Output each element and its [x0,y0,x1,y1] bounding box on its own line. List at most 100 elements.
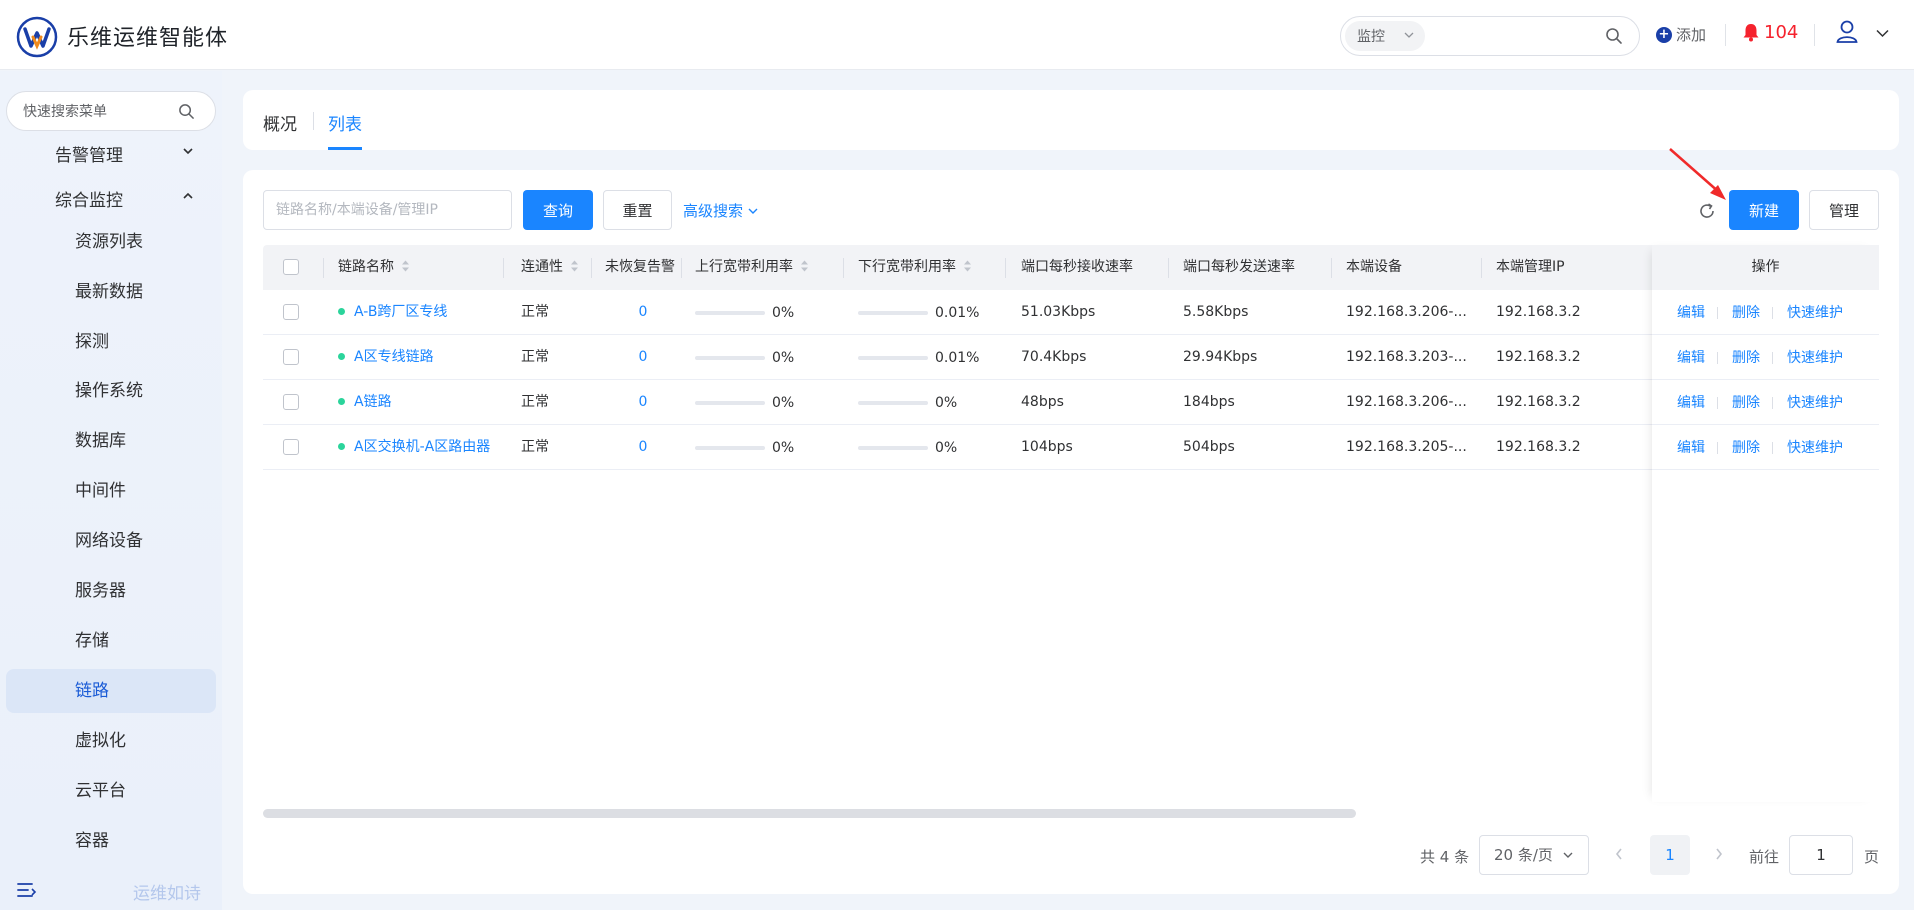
link-name[interactable]: A区交换机-A区路由器 [354,439,490,455]
delete-button[interactable]: 删除 [1732,437,1760,457]
menu-item-container[interactable]: 容器 [6,819,216,863]
global-search[interactable]: 监控 [1340,16,1640,56]
uplink-usage-bar [695,356,765,360]
row-checkbox[interactable] [283,349,299,365]
sort-icon[interactable] [570,260,579,272]
chevron-up-icon[interactable] [181,189,195,203]
downlink-usage-value: 0% [935,395,958,411]
menu-item-link[interactable]: 链路 [6,669,216,713]
tab-overview[interactable]: 概况 [263,110,297,135]
quick-maintain-button[interactable]: 快速维护 [1787,302,1843,322]
link-name[interactable]: A链路 [354,394,392,410]
local-mgmt-ip: 192.168.3.2 [1496,349,1581,365]
advanced-search-label: 高级搜索 [683,202,744,220]
collapse-menu-icon[interactable] [17,881,37,899]
menu-item-database[interactable]: 数据库 [6,419,216,463]
menu-item-os[interactable]: 操作系统 [6,369,216,413]
row-checkbox[interactable] [283,439,299,455]
menu-item-probe[interactable]: 探测 [6,320,216,364]
new-button[interactable]: 新建 [1729,190,1799,230]
add-button[interactable]: + 添加 [1656,24,1706,45]
link-name-cell[interactable]: A区交换机-A区路由器 [338,425,503,470]
menu-item-storage[interactable]: 存储 [6,619,216,663]
select-all-checkbox[interactable] [283,259,299,275]
search-scope-select[interactable]: 监控 [1345,21,1425,51]
delete-button[interactable]: 删除 [1732,302,1760,322]
chevron-down-icon [748,208,758,214]
alarm-count-link[interactable]: 0 [605,335,681,380]
link-name[interactable]: A-B跨厂区专线 [354,304,447,320]
link-name-cell[interactable]: A-B跨厂区专线 [338,290,503,335]
menu-item-middleware[interactable]: 中间件 [6,469,216,513]
page-size-label: 20 条/页 [1494,846,1553,864]
actions-row: 编辑 删除 快速维护 [1652,290,1879,335]
page-size-select[interactable]: 20 条/页 [1479,835,1589,875]
chevron-down-icon[interactable] [181,144,195,158]
advanced-search-toggle[interactable]: 高级搜索 [683,200,759,221]
column-header-downlink[interactable]: 下行宽带利用率 [858,245,972,290]
reset-button[interactable]: 重置 [603,190,672,230]
quick-maintain-button[interactable]: 快速维护 [1787,392,1843,412]
alarm-count-link[interactable]: 0 [605,380,681,425]
manage-button[interactable]: 管理 [1809,190,1879,230]
action-divider [1717,397,1718,409]
edit-button[interactable]: 编辑 [1677,302,1705,322]
table-row[interactable]: A区专线链路 正常 0 0% 0.01% 70.4Kbps 29.94Kbps 192.168… [263,335,1879,380]
menu-item-resource-list[interactable]: 资源列表 [6,220,216,264]
horizontal-scrollbar[interactable] [263,809,1356,818]
edit-button[interactable]: 编辑 [1677,347,1705,367]
link-name-cell[interactable]: A链路 [338,380,503,425]
column-header-connectivity[interactable]: 连通性 [521,245,579,290]
alarm-count-link[interactable]: 0 [605,290,681,335]
menu-item-network-device[interactable]: 网络设备 [6,519,216,563]
query-button[interactable]: 查询 [523,190,593,230]
search-icon[interactable] [178,103,195,120]
local-device: 192.168.3.206-... [1346,304,1467,320]
next-page-icon[interactable] [1714,847,1724,861]
delete-button[interactable]: 删除 [1732,347,1760,367]
local-mgmt-ip: 192.168.3.2 [1496,304,1581,320]
column-header-alarms: 未恢复告警 [605,259,675,275]
edit-button[interactable]: 编辑 [1677,392,1705,412]
keyword-search-input[interactable] [263,190,512,230]
status-dot-icon [338,353,345,360]
quick-maintain-button[interactable]: 快速维护 [1787,347,1843,367]
link-name-cell[interactable]: A区专线链路 [338,335,503,380]
sort-icon[interactable] [800,260,809,272]
sort-icon[interactable] [401,260,410,272]
menu-item-latest-data[interactable]: 最新数据 [6,270,216,314]
link-name[interactable]: A区专线链路 [354,349,434,365]
menu-item-server[interactable]: 服务器 [6,569,216,613]
table-row[interactable]: A链路 正常 0 0% 0% 48bps 184bps 192.168.3.206-... 19… [263,380,1879,425]
alarm-button[interactable]: 104 [1742,22,1798,43]
local-device: 192.168.3.203-... [1346,349,1467,365]
tx-rate: 184bps [1183,394,1235,410]
table-row[interactable]: A区交换机-A区路由器 正常 0 0% 0% 104bps 504bps 192.168.3.… [263,425,1879,470]
user-menu[interactable] [1836,20,1896,50]
sort-icon[interactable] [963,260,972,272]
column-divider [503,258,504,278]
uplink-usage-value: 0% [772,395,795,411]
menu-item-cloud[interactable]: 云平台 [6,769,216,813]
search-icon[interactable] [1605,27,1623,45]
quick-maintain-button[interactable]: 快速维护 [1787,437,1843,457]
menu-item-virtualization[interactable]: 虚拟化 [6,719,216,763]
column-header-uplink[interactable]: 上行宽带利用率 [695,245,809,290]
menu-search[interactable] [6,91,216,131]
menu-search-input[interactable] [23,101,173,123]
page-number-current[interactable]: 1 [1650,835,1690,875]
tab-list[interactable]: 列表 [328,110,362,135]
menu-group-monitor[interactable]: 综合监控 [55,186,123,211]
row-checkbox[interactable] [283,394,299,410]
goto-page-input[interactable] [1789,835,1853,875]
column-header-actions: 操作 [1652,245,1879,290]
delete-button[interactable]: 删除 [1732,392,1760,412]
column-header-name[interactable]: 链路名称 [338,245,410,290]
row-checkbox[interactable] [283,304,299,320]
table-row[interactable]: A-B跨厂区专线 正常 0 0% 0.01% 51.03Kbps 5.58Kbps 192.1… [263,290,1879,335]
refresh-icon[interactable] [1698,202,1716,220]
edit-button[interactable]: 编辑 [1677,437,1705,457]
menu-group-alarm[interactable]: 告警管理 [55,141,123,166]
alarm-count-link[interactable]: 0 [605,425,681,470]
prev-page-icon[interactable] [1614,847,1624,861]
